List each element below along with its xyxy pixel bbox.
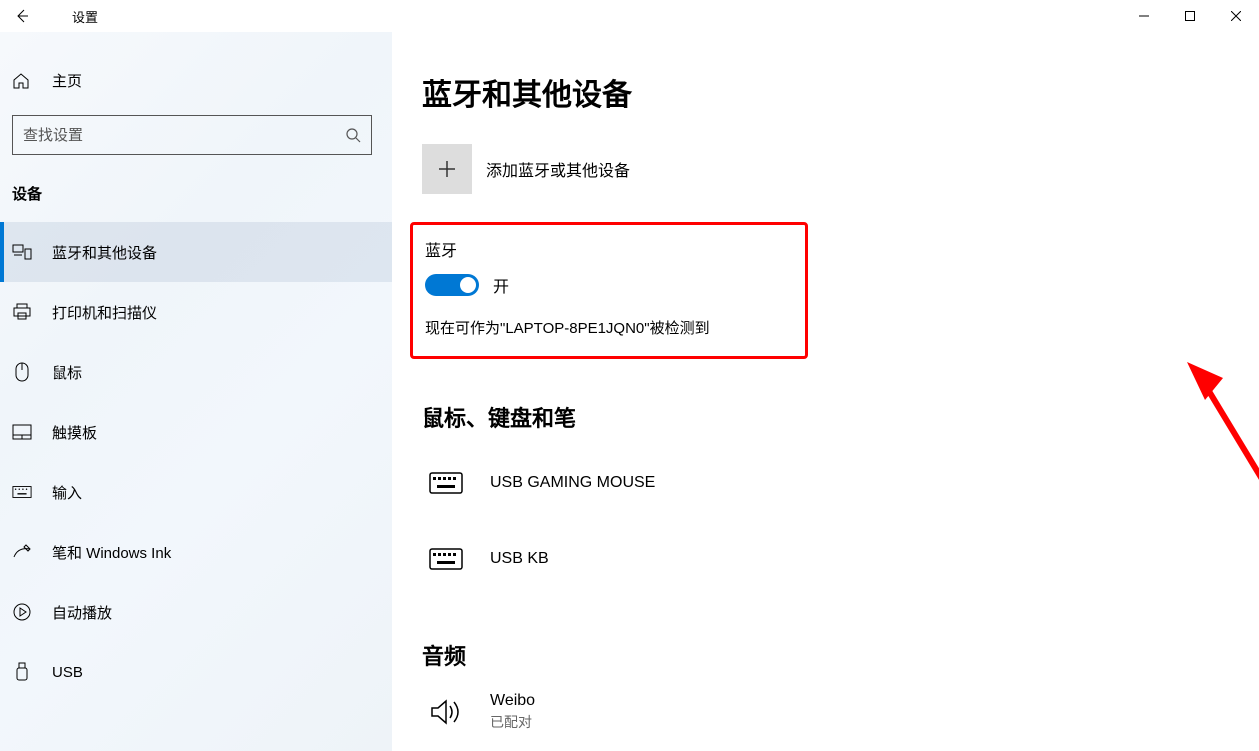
back-arrow-icon: [14, 8, 30, 24]
sidebar-item-bluetooth-devices[interactable]: 蓝牙和其他设备: [0, 222, 392, 282]
back-button[interactable]: [0, 0, 44, 32]
category-label: 设备: [0, 173, 392, 222]
home-label: 主页: [52, 70, 82, 91]
search-icon: [345, 127, 361, 143]
device-name: USB GAMING MOUSE: [490, 474, 655, 492]
window-controls: [1121, 0, 1259, 32]
close-button[interactable]: [1213, 0, 1259, 32]
sidebar-item-label: 触摸板: [52, 422, 97, 443]
pen-icon: [12, 543, 32, 561]
sidebar-item-label: 笔和 Windows Ink: [52, 542, 171, 563]
sidebar-item-pen[interactable]: 笔和 Windows Ink: [0, 522, 392, 582]
usb-icon: [12, 662, 32, 682]
devices-icon: [12, 244, 32, 260]
device-sub-status: 已配对: [490, 712, 535, 732]
search-input[interactable]: [23, 127, 345, 144]
printer-icon: [12, 303, 32, 321]
maximize-icon: [1185, 11, 1195, 21]
section-heading-mouse-keyboard: 鼠标、键盘和笔: [422, 401, 1259, 433]
add-device-tile[interactable]: [422, 144, 472, 194]
bluetooth-status-text: 现在可作为"LAPTOP-8PE1JQN0"被检测到: [425, 317, 793, 338]
device-row[interactable]: USB KB: [422, 521, 1259, 597]
device-name: USB KB: [490, 550, 549, 568]
plus-icon: [437, 159, 457, 179]
speaker-icon: [422, 698, 470, 726]
home-icon: [12, 72, 32, 90]
sidebar-item-label: 鼠标: [52, 362, 82, 383]
keyboard-icon: [12, 485, 32, 499]
sidebar: 主页 设备 蓝牙和其他设备 打印机和扫描仪: [0, 32, 392, 751]
page-title: 蓝牙和其他设备: [422, 70, 1259, 114]
touchpad-icon: [12, 424, 32, 440]
sidebar-item-label: 自动播放: [52, 602, 112, 623]
minimize-button[interactable]: [1121, 0, 1167, 32]
mouse-icon: [12, 362, 32, 382]
keyboard-device-icon: [422, 548, 470, 570]
titlebar: 设置: [0, 0, 1259, 32]
sidebar-item-autoplay[interactable]: 自动播放: [0, 582, 392, 642]
add-device-label: 添加蓝牙或其他设备: [486, 157, 630, 181]
bluetooth-toggle-row: 开: [425, 273, 793, 297]
sidebar-item-label: USB: [52, 664, 83, 681]
device-row[interactable]: Weibo 已配对: [422, 683, 1259, 741]
sidebar-item-typing[interactable]: 输入: [0, 462, 392, 522]
add-device-row[interactable]: 添加蓝牙或其他设备: [422, 144, 1259, 194]
sidebar-item-label: 输入: [52, 482, 82, 503]
sidebar-item-mouse[interactable]: 鼠标: [0, 342, 392, 402]
maximize-button[interactable]: [1167, 0, 1213, 32]
minimize-icon: [1139, 11, 1149, 21]
content-area: 蓝牙和其他设备 添加蓝牙或其他设备 蓝牙 开 现在可作为"LAPTOP-8PE1…: [392, 32, 1259, 751]
home-nav[interactable]: 主页: [0, 56, 392, 105]
bluetooth-toggle[interactable]: [425, 274, 479, 296]
device-row[interactable]: USB GAMING MOUSE: [422, 445, 1259, 521]
sidebar-item-printers[interactable]: 打印机和扫描仪: [0, 282, 392, 342]
autoplay-icon: [12, 603, 32, 621]
bluetooth-heading: 蓝牙: [425, 237, 793, 261]
sidebar-item-label: 打印机和扫描仪: [52, 302, 157, 323]
close-icon: [1231, 11, 1241, 21]
sidebar-item-usb[interactable]: USB: [0, 642, 392, 702]
keyboard-device-icon: [422, 472, 470, 494]
annotation-highlight-box: 蓝牙 开 现在可作为"LAPTOP-8PE1JQN0"被检测到: [410, 222, 808, 359]
sidebar-item-touchpad[interactable]: 触摸板: [0, 402, 392, 462]
device-name: Weibo: [490, 692, 535, 710]
section-heading-audio: 音频: [422, 639, 1259, 671]
sidebar-item-label: 蓝牙和其他设备: [52, 242, 157, 263]
window-title: 设置: [72, 7, 98, 26]
bluetooth-toggle-label: 开: [493, 273, 509, 297]
search-box[interactable]: [12, 115, 372, 155]
